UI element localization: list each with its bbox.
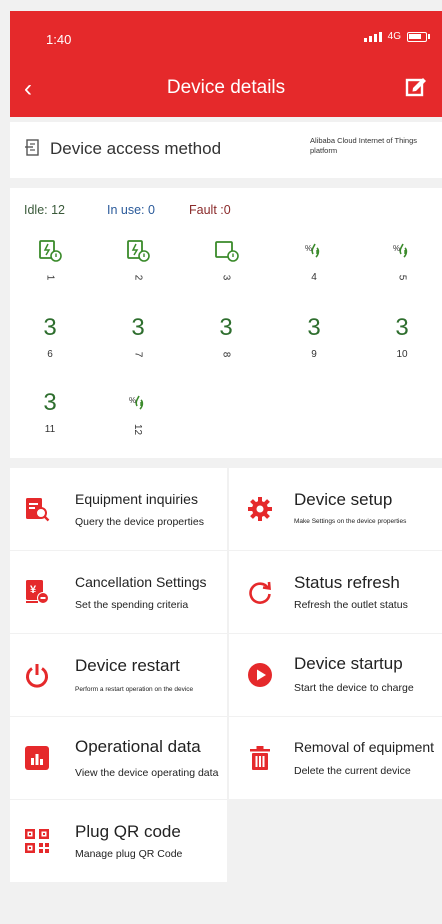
outlet-5[interactable]: % 5 <box>372 236 432 283</box>
outlet-7[interactable]: 37 <box>108 313 168 360</box>
svg-text:%: % <box>305 244 312 253</box>
outlet-plug-icon <box>20 236 80 266</box>
menu-item-device-restart[interactable]: Device restart Perform a restart operatio… <box>10 634 227 716</box>
outlet-number: 4 <box>311 272 317 283</box>
outlet-6[interactable]: 36 <box>20 313 80 360</box>
bar-chart-icon <box>24 745 50 771</box>
menu-item-operational-data[interactable]: Operational data View the device operatin… <box>10 717 227 799</box>
device-access-row: Device access method Alibaba Cloud Inter… <box>10 122 442 178</box>
menu-item-subtitle: Delete the current device <box>294 765 411 777</box>
outlet-number: 10 <box>396 349 408 360</box>
battery-icon <box>407 31 427 42</box>
menu-item-title: Device startup <box>294 654 403 673</box>
edit-icon[interactable] <box>404 75 428 99</box>
play-icon <box>247 662 273 688</box>
svg-text:¥: ¥ <box>30 584 37 596</box>
menu-item-title: Operational data <box>75 737 201 756</box>
menu-item-title: Device setup <box>294 490 393 509</box>
outlet-number: 7 <box>132 351 144 358</box>
outlet-number: 11 <box>44 424 56 435</box>
outlet-status-value: 3 <box>395 314 409 341</box>
outlet-plug-icon <box>196 236 256 266</box>
menu-item-device-setup[interactable]: Device setup Make Settings on the device … <box>229 468 442 550</box>
outlet-plug-icon: % <box>108 388 168 418</box>
outlet-number: 3 <box>220 274 232 281</box>
access-method-label: Device access method <box>50 139 222 158</box>
network-type: 4G <box>387 31 401 42</box>
menu-item-subtitle: Manage plug QR Code <box>75 848 183 860</box>
menu-item-subtitle: Set the spending criteria <box>75 599 189 611</box>
outlet-number: 8 <box>220 351 232 358</box>
yen-document-icon: ¥ <box>24 579 50 605</box>
outlet-plug-icon: % <box>284 236 344 266</box>
menu-item-subtitle: Make Settings on the device properties <box>294 518 407 525</box>
signal-icon <box>363 31 382 42</box>
outlet-10[interactable]: 3 10 <box>372 313 432 360</box>
outlet-number: 1 <box>44 274 56 281</box>
outlet-12[interactable]: % 12 <box>108 388 168 435</box>
outlet-4[interactable]: % 4 <box>284 236 344 283</box>
status-time: 1:40 <box>46 32 72 47</box>
outlet-status-value: 3 <box>43 314 57 341</box>
outlet-status-value: 3 <box>43 389 57 416</box>
outlet-9[interactable]: 39 <box>284 313 344 360</box>
qr-code-icon <box>24 828 50 854</box>
battery-tip <box>428 34 430 39</box>
outlet-11[interactable]: 3 11 <box>20 388 80 435</box>
outlet-number: 12 <box>132 423 144 436</box>
outlet-status-value: 3 <box>219 314 233 341</box>
outlet-status-value: 3 <box>131 314 145 341</box>
menu-item-device-startup[interactable]: Device startup Start the device to charge <box>229 634 442 716</box>
menu-item-plug-qr-code[interactable]: Plug QR code Manage plug QR Code <box>10 800 227 882</box>
menu-item-title: Cancellation Settings <box>75 574 207 590</box>
outlet-plug-icon <box>108 236 168 266</box>
gear-icon <box>247 496 273 522</box>
menu-item-subtitle: Perform a restart operation on the devic… <box>75 686 194 693</box>
fault-count: Fault :0 <box>189 203 231 217</box>
page-title: Device details <box>166 77 286 98</box>
outlet-number: 5 <box>396 274 408 281</box>
menu-item-subtitle: Query the device properties <box>75 516 204 528</box>
outlet-number: 2 <box>132 274 144 281</box>
svg-text:%: % <box>393 244 400 253</box>
document-icon <box>25 139 39 156</box>
trash-icon <box>247 745 273 771</box>
menu-item-equipment-inquiries[interactable]: Equipment inquiries Query the device prop… <box>10 468 227 550</box>
outlet-3[interactable]: 3 <box>196 236 256 283</box>
in-use-count: In use: 0 <box>107 203 155 217</box>
outlet-2[interactable]: 2 <box>108 236 168 283</box>
outlet-1[interactable]: 1 <box>20 236 80 283</box>
menu-item-cancellation-settings[interactable]: ¥ Cancellation Settings Set the spending c… <box>10 551 227 633</box>
menu-item-title: Plug QR code <box>75 822 181 841</box>
menu-item-subtitle: Refresh the outlet status <box>294 599 408 611</box>
outlet-8[interactable]: 38 <box>196 313 256 360</box>
document-search-icon <box>24 496 50 522</box>
outlet-number: 9 <box>311 349 317 360</box>
access-method-value: Alibaba Cloud Internet of Things platfor… <box>310 136 418 155</box>
menu-item-removal-of-equipment[interactable]: Removal of equipment Delete the current d… <box>229 717 442 799</box>
menu-item-status-refresh[interactable]: Status refresh Refresh the outlet status <box>229 551 442 633</box>
menu-item-title: Status refresh <box>294 573 400 592</box>
menu-item-title: Equipment inquiries <box>75 491 198 507</box>
status-indicators: 4G <box>363 31 430 42</box>
app-header: 1:40 4G ‹ Device details <box>10 11 442 117</box>
power-icon <box>24 662 50 688</box>
refresh-icon <box>247 579 273 605</box>
outlet-status-value: 3 <box>307 314 321 341</box>
outlet-panel: Idle: 12 In use: 0 Fault :0 1 2 3% 4% 5 3 6 3 7 3… <box>10 188 442 458</box>
menu-item-title: Removal of equipment <box>294 739 435 755</box>
svg-text:%: % <box>129 396 136 405</box>
menu-item-title: Device restart <box>75 656 180 675</box>
idle-count: Idle: 12 <box>24 203 66 217</box>
menu-item-subtitle: Start the device to charge <box>294 682 414 694</box>
menu-item-subtitle: View the device operating data <box>75 767 219 779</box>
outlet-number: 6 <box>47 349 53 360</box>
outlet-plug-icon: % <box>372 236 432 266</box>
